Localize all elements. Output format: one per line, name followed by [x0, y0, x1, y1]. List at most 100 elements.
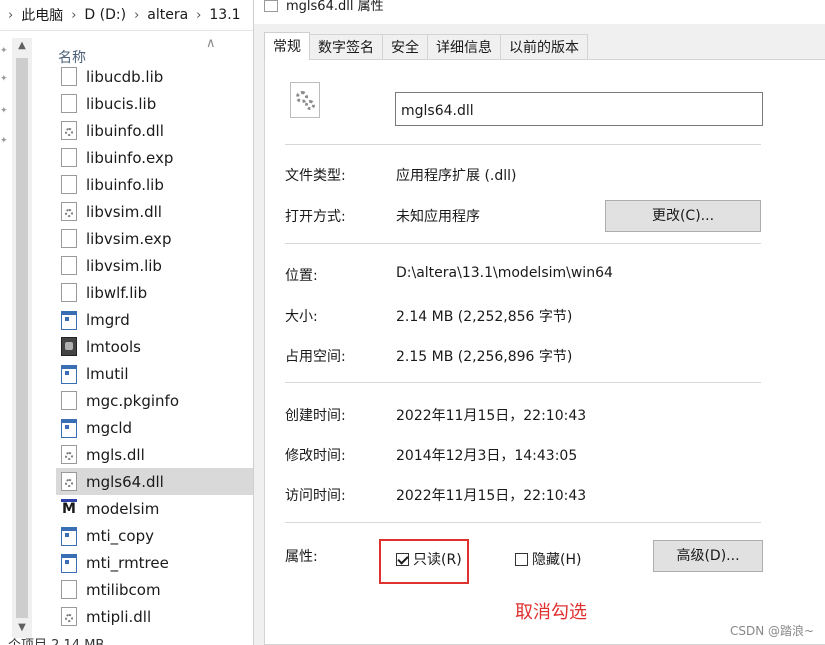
breadcrumb-altera[interactable]: altera — [147, 7, 188, 23]
dll-gear-icon — [61, 445, 77, 464]
dll-gear-icon — [61, 202, 77, 221]
file-name: libuinfo.dll — [86, 121, 164, 140]
document-icon — [61, 229, 77, 248]
breadcrumb-13-1[interactable]: 13.1 — [209, 7, 240, 23]
tab-panel-general: 文件类型: 应用程序扩展 (.dll) 打开方式: 未知应用程序 更改(C)..… — [264, 59, 825, 645]
pin-icon: ✦ — [0, 74, 8, 84]
divider — [285, 522, 761, 523]
dll-gear-icon — [61, 121, 77, 140]
chevron-right-icon: › — [71, 7, 77, 23]
change-button[interactable]: 更改(C)... — [605, 200, 761, 232]
highlight-annotation-box — [379, 539, 469, 584]
file-name: libucis.lib — [86, 94, 157, 113]
created-value: 2022年11月15日，22:10:43 — [396, 408, 587, 424]
document-icon — [61, 94, 77, 113]
advanced-button[interactable]: 高级(D)... — [653, 540, 763, 572]
hidden-checkbox-row[interactable]: 隐藏(H) — [515, 549, 581, 569]
pin-icon: ✦ — [0, 136, 8, 146]
file-type-value: 应用程序扩展 (.dll) — [396, 168, 517, 184]
dll-gear-icon — [61, 472, 77, 491]
file-row[interactable]: mtilibcom — [56, 576, 253, 603]
title-bar[interactable]: mgls64.dll 属性 — [254, 0, 825, 24]
properties-dialog: mgls64.dll 属性 常规数字签名安全详细信息以前的版本 文件类型: 应用… — [253, 0, 825, 645]
file-name: lmtools — [86, 337, 141, 356]
file-row[interactable]: mtipli.dll — [56, 603, 253, 630]
location-label: 位置: — [285, 268, 318, 284]
document-icon — [61, 283, 77, 302]
file-row[interactable]: lmutil — [56, 360, 253, 387]
dll-gear-icon — [290, 82, 320, 118]
breadcrumb: › 此电脑 › D (D:) › altera › 13.1 — [0, 0, 253, 30]
file-row[interactable]: libucdb.lib — [56, 63, 253, 90]
file-row[interactable]: mgls.dll — [56, 441, 253, 468]
file-explorer: › 此电脑 › D (D:) › altera › 13.1 ✦ ✦ ✦ ✦ ▲… — [0, 0, 253, 645]
attributes-label: 属性: — [285, 549, 318, 565]
navigation-scrollbar[interactable]: ▲ ▼ — [12, 38, 32, 638]
file-name: libucdb.lib — [86, 67, 164, 86]
modelsim-app-icon — [61, 499, 77, 518]
document-icon — [61, 148, 77, 167]
file-name: mgcld — [86, 418, 133, 437]
file-row[interactable]: libvsim.dll — [56, 198, 253, 225]
document-icon — [61, 67, 77, 86]
file-row[interactable]: mgls64.dll — [56, 468, 253, 495]
window-app-icon — [61, 419, 77, 438]
scroll-up-icon[interactable]: ▲ — [12, 40, 32, 51]
sort-ascending-icon: ∧ — [206, 36, 216, 51]
file-name: mti_copy — [86, 526, 154, 545]
document-icon — [61, 580, 77, 599]
file-row[interactable]: mti_copy — [56, 522, 253, 549]
file-name: libvsim.exp — [86, 229, 172, 248]
file-row[interactable]: libuinfo.exp — [56, 144, 253, 171]
filename-input[interactable] — [395, 92, 763, 126]
file-name: mti_rmtree — [86, 553, 169, 572]
file-list: libucdb.lib libucis.lib libuinfo.dll libuin… — [56, 63, 253, 630]
tab-security[interactable]: 安全 — [382, 34, 428, 60]
hidden-label[interactable]: 隐藏(H) — [532, 549, 581, 569]
window-app-icon — [61, 527, 77, 546]
file-row[interactable]: modelsim — [56, 495, 253, 522]
document-icon — [61, 256, 77, 275]
window-app-icon — [61, 311, 77, 330]
hidden-checkbox[interactable] — [515, 552, 528, 566]
file-row[interactable]: lmtools — [56, 333, 253, 360]
document-icon — [61, 175, 77, 194]
file-row[interactable]: libvsim.exp — [56, 225, 253, 252]
tab-details[interactable]: 详细信息 — [427, 34, 501, 60]
open-with-label: 打开方式: — [285, 209, 346, 225]
file-row[interactable]: libvsim.lib — [56, 252, 253, 279]
breadcrumb-drive-d[interactable]: D (D:) — [84, 7, 126, 23]
file-row[interactable]: libuinfo.dll — [56, 117, 253, 144]
divider — [285, 144, 761, 145]
chevron-right-icon: › — [196, 7, 202, 23]
chevron-right-icon: › — [134, 7, 140, 23]
file-row[interactable]: mgcld — [56, 414, 253, 441]
file-row[interactable]: lmgrd — [56, 306, 253, 333]
accessed-label: 访问时间: — [285, 488, 346, 504]
file-row[interactable]: mgc.pkginfo — [56, 387, 253, 414]
tab-digital-signatures[interactable]: 数字签名 — [309, 34, 383, 60]
file-row[interactable]: libucis.lib — [56, 90, 253, 117]
scrollbar-thumb[interactable] — [16, 58, 28, 618]
file-name: mtipli.dll — [86, 607, 152, 626]
tab-general[interactable]: 常规 — [264, 32, 310, 60]
file-name: modelsim — [86, 499, 160, 518]
chevron-right-icon: › — [8, 7, 14, 23]
tab-previous-versions[interactable]: 以前的版本 — [500, 34, 588, 60]
file-name: lmutil — [86, 364, 129, 383]
file-name: libwlf.lib — [86, 283, 148, 302]
file-row[interactable]: libwlf.lib — [56, 279, 253, 306]
scroll-down-icon[interactable]: ▼ — [12, 622, 32, 633]
window-app-icon — [61, 365, 77, 384]
watermark: CSDN @踏浪~ — [730, 624, 815, 638]
divider — [285, 243, 761, 244]
file-name: mgls.dll — [86, 445, 145, 464]
file-name: libvsim.dll — [86, 202, 162, 221]
file-name: lmgrd — [86, 310, 130, 329]
file-name: mtilibcom — [86, 580, 161, 599]
created-label: 创建时间: — [285, 408, 346, 424]
breadcrumb-this-pc[interactable]: 此电脑 — [21, 5, 63, 25]
file-row[interactable]: mti_rmtree — [56, 549, 253, 576]
file-row[interactable]: libuinfo.lib — [56, 171, 253, 198]
file-name: libuinfo.exp — [86, 148, 174, 167]
